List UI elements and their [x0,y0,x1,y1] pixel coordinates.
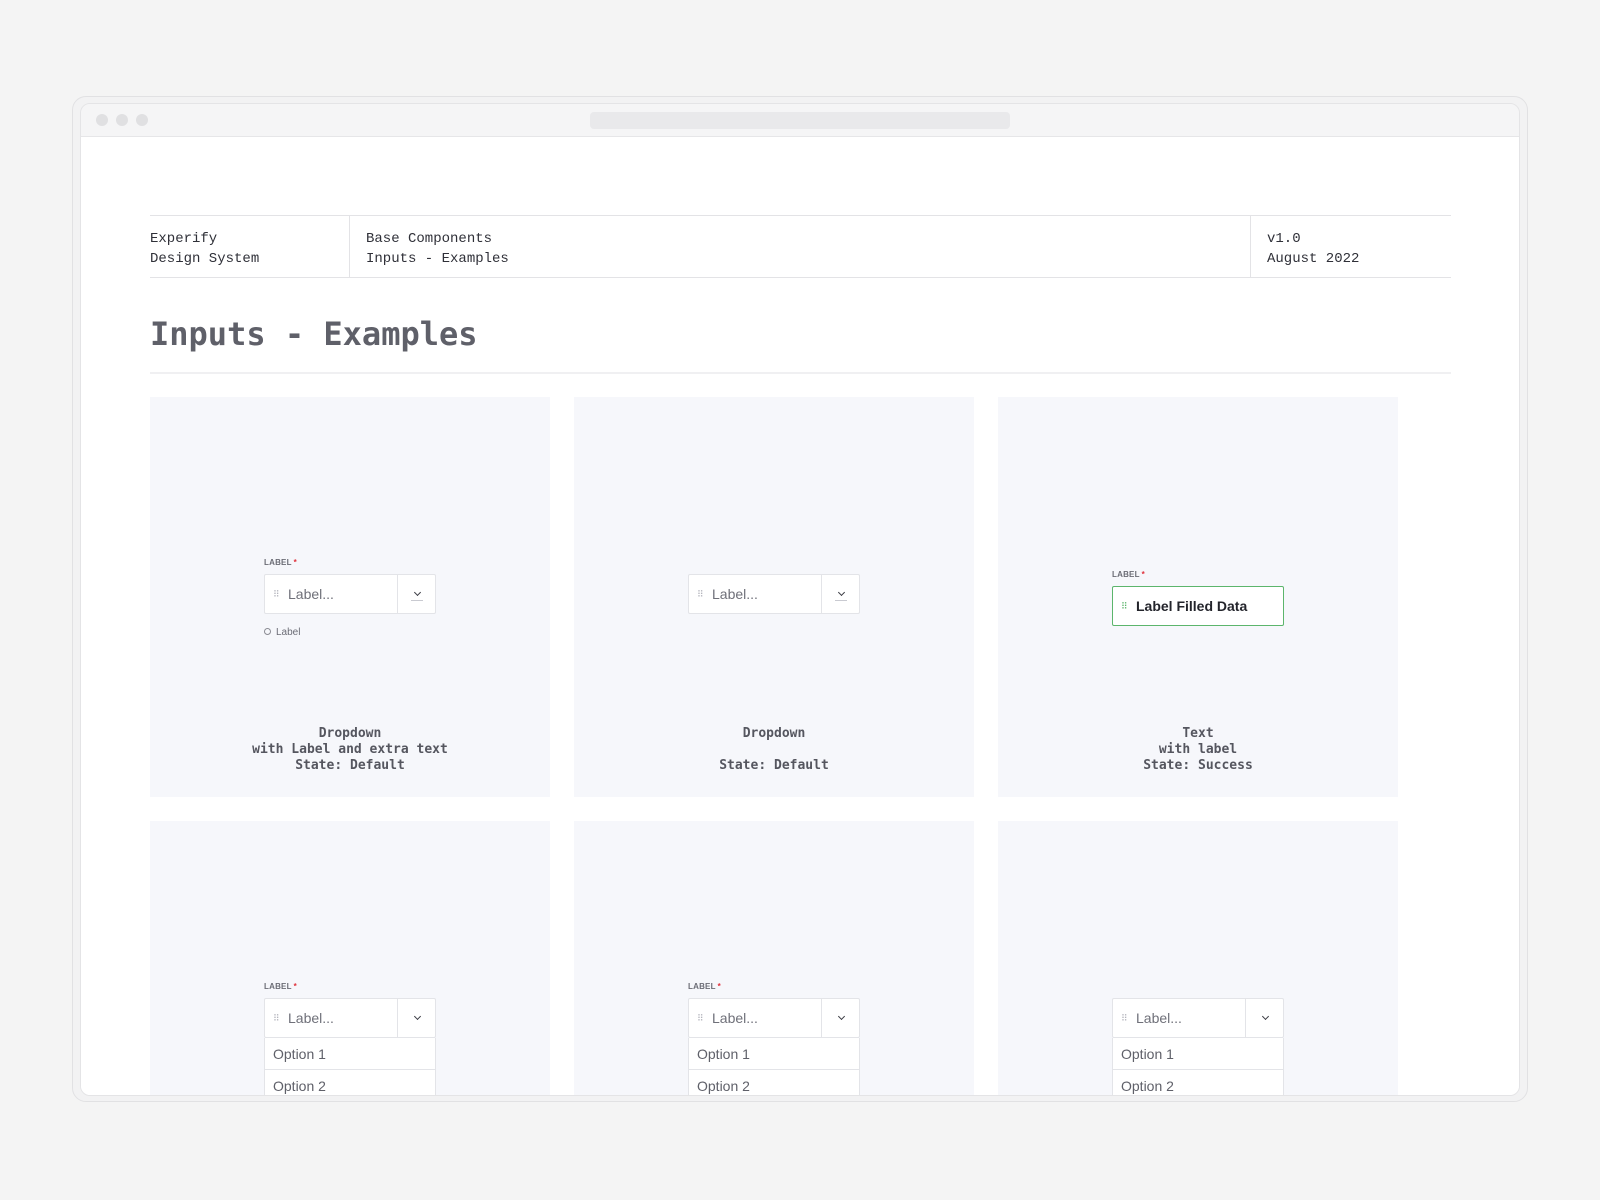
card-caption-state: State: Success [1143,758,1253,773]
required-mark: * [1141,570,1145,579]
card-caption-variant: with label [1158,742,1238,757]
window-close-dot[interactable] [96,114,108,126]
text-input-value: Label Filled Data [1136,598,1248,614]
dropdown-toggle-button[interactable] [822,575,860,613]
version-date: August 2022 [1267,251,1360,267]
doc-header: Experify Design System Base Components I… [150,215,1451,278]
example-card-dropdown-open-label-2: LABEL * ⠿ Label... Option 1 Option 2 [574,821,974,1095]
chevron-down-icon [1261,1012,1269,1021]
dropdown-placeholder: Label... [288,1010,334,1026]
dropdown-placeholder: Label... [288,586,334,602]
dropdown-toggle-button[interactable] [822,999,860,1037]
card-caption-state: State: Default [295,758,405,773]
grip-icon: ⠿ [697,589,704,599]
card-caption-state: State: Default [719,758,829,773]
field-label: LABEL * [688,982,721,991]
dropdown-toggle-button[interactable] [398,999,436,1037]
dropdown-placeholder: Label... [1136,1010,1182,1026]
window-maximize-dot[interactable] [136,114,148,126]
dropdown-option[interactable]: Option 2 [688,1070,860,1095]
dropdown-option[interactable]: Option 1 [264,1038,436,1070]
grip-icon: ⠿ [697,1013,704,1023]
dropdown-placeholder: Label... [712,586,758,602]
chevron-down-icon [837,1012,845,1021]
version-number: v1.0 [1267,231,1301,247]
address-bar[interactable] [590,112,1010,129]
dropdown-placeholder: Label... [712,1010,758,1026]
dropdown-option[interactable]: Option 1 [1112,1038,1284,1070]
dropdown-select[interactable]: ⠿ Label... [688,574,860,614]
field-label: LABEL * [264,558,297,567]
example-card-dropdown-open: ⠿ Label... Option 1 Option 2 [998,821,1398,1095]
required-mark: * [293,558,297,567]
brand-name: Experify [150,231,218,247]
dropdown-select[interactable]: ⠿ Label... [264,574,436,614]
card-caption-title: Text [1182,726,1214,741]
example-card-text-success: LABEL * ⠿ Label Filled Data Text with lab… [998,397,1398,797]
header-version: v1.0 August 2022 [1250,216,1450,277]
field-label: LABEL * [264,982,297,991]
example-card-dropdown-label-helper: LABEL * ⠿ Label... Label Dropdown with La… [150,397,550,797]
card-caption-title: Dropdown [742,726,806,741]
dropdown-select[interactable]: ⠿ Label... [1112,998,1284,1038]
dropdown-toggle-button[interactable] [398,575,436,613]
dropdown-toggle-button[interactable] [1246,999,1284,1037]
page-title: Inputs - Examples [150,315,478,353]
dropdown-option[interactable]: Option 2 [264,1070,436,1095]
section-name: Base Components [366,231,493,247]
toggle-underline [411,600,423,601]
brand-subtitle: Design System [150,251,260,267]
card-caption-title: Dropdown [318,726,382,741]
chevron-down-icon [413,588,421,597]
dropdown-select[interactable]: ⠿ Label... [264,998,436,1038]
toggle-underline [835,600,847,601]
title-divider [150,372,1451,374]
browser-window: Experify Design System Base Components I… [80,103,1520,1096]
dropdown-option[interactable]: Option 2 [1112,1070,1284,1095]
card-caption-variant: with Label and extra text [252,742,448,757]
browser-titlebar [81,104,1519,137]
grip-icon: ⠿ [273,1013,280,1023]
header-brand: Experify Design System [150,216,350,277]
window-minimize-dot[interactable] [116,114,128,126]
grip-icon: ⠿ [1121,601,1128,611]
required-mark: * [293,982,297,991]
chevron-down-icon [837,588,845,597]
header-section: Base Components Inputs - Examples [366,216,1246,277]
dropdown-select[interactable]: ⠿ Label... [688,998,860,1038]
grip-icon: ⠿ [273,589,280,599]
grip-icon: ⠿ [1121,1013,1128,1023]
page-canvas: Experify Design System Base Components I… [81,137,1519,1095]
dropdown-option[interactable]: Option 1 [688,1038,860,1070]
example-card-dropdown-open-label: LABEL * ⠿ Label... Option 1 Option 2 [150,821,550,1095]
example-card-dropdown-default: ⠿ Label... Dropdown State: Default [574,397,974,797]
info-circle-icon [264,628,271,635]
field-label: LABEL * [1112,570,1145,579]
section-page: Inputs - Examples [366,251,509,267]
text-input-success[interactable]: ⠿ Label Filled Data [1112,586,1284,626]
chevron-down-icon [413,1012,421,1021]
required-mark: * [717,982,721,991]
helper-text: Label [264,627,300,638]
